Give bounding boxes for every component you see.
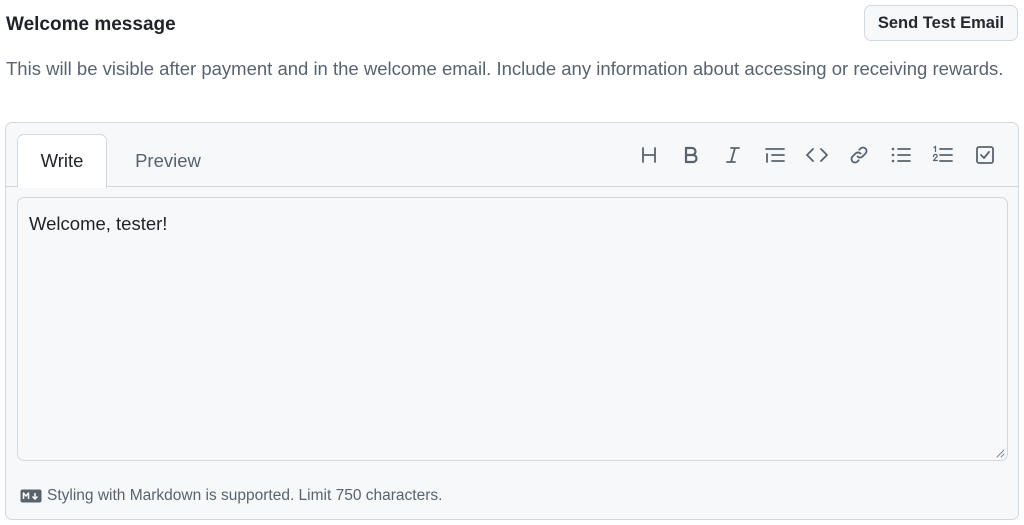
section-description: This will be visible after payment and i… [6,58,1004,79]
tab-write[interactable]: Write [17,134,107,188]
markdown-icon [20,489,42,503]
bold-icon [684,146,698,164]
ordered-list-button[interactable] [928,140,958,170]
link-icon [850,146,868,164]
quote-button[interactable] [760,140,790,170]
tab-write-label: Write [40,150,84,171]
markdown-editor: Write Preview Welcome, tester! Styling w… [5,122,1019,520]
send-test-email-button[interactable]: Send Test Email [864,5,1018,41]
bold-button[interactable] [676,140,706,170]
heading-icon [642,147,656,163]
quote-icon [765,148,785,163]
resize-handle-icon[interactable] [995,448,1005,458]
task-list-icon [976,146,994,164]
italic-icon [726,147,740,163]
tab-preview-label: Preview [135,149,201,171]
textarea-content: Welcome, tester! [29,213,168,234]
italic-button[interactable] [718,140,748,170]
heading-button[interactable] [634,140,664,170]
tab-preview[interactable]: Preview [118,134,218,187]
markdown-footer: Styling with Markdown is supported. Limi… [20,486,442,506]
welcome-message-textarea[interactable]: Welcome, tester! [17,197,1008,461]
link-button[interactable] [844,140,874,170]
code-button[interactable] [802,140,832,170]
ordered-list-icon [932,145,953,162]
markdown-support-note: Styling with Markdown is supported. Limi… [47,487,443,504]
section-title: Welcome message [6,14,176,35]
unordered-list-icon [891,147,911,163]
code-icon [806,148,828,162]
unordered-list-button[interactable] [886,140,916,170]
task-list-button[interactable] [970,140,1000,170]
